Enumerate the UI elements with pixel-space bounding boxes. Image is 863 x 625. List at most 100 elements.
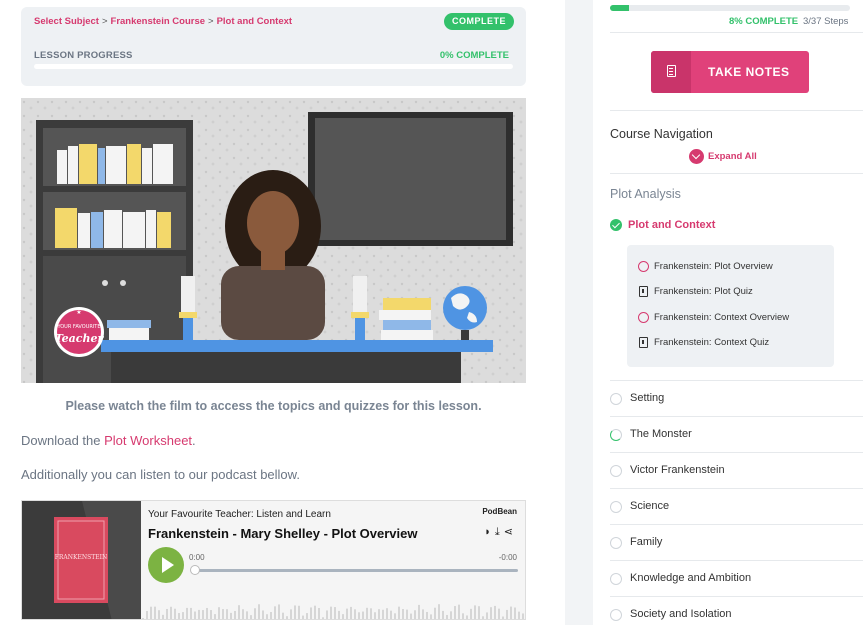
breadcrumb-separator: >: [208, 16, 214, 27]
lesson-science[interactable]: Science: [610, 488, 863, 524]
course-progress-percent: 8% COMPLETE: [729, 16, 799, 27]
rss-icon[interactable]: ◗: [484, 526, 495, 538]
quiz-context[interactable]: Frankenstein: Context Quiz: [638, 337, 769, 348]
waveform-bar: [182, 612, 184, 619]
lesson-label: Victor Frankenstein: [630, 464, 725, 476]
lesson-family[interactable]: Family: [610, 524, 863, 560]
topic-label: Frankenstein: Plot Overview: [654, 261, 773, 273]
waveform-bar: [238, 605, 240, 619]
waveform-bar: [294, 605, 296, 619]
waveform-bar: [142, 618, 144, 619]
breadcrumb-select-subject[interactable]: Select Subject: [34, 16, 99, 27]
waveform-bar: [226, 609, 228, 619]
lesson-victor-frankenstein[interactable]: Victor Frankenstein: [610, 452, 863, 488]
waveform-bar: [374, 612, 376, 619]
badge-line1: YOUR FAVOURITE: [56, 324, 100, 330]
status-ring-icon: [610, 609, 622, 621]
plot-worksheet-link[interactable]: Plot Worksheet: [104, 433, 192, 448]
waveform-bar: [434, 607, 436, 619]
topic-label: Frankenstein: Plot Quiz: [654, 286, 753, 298]
scrub-bar[interactable]: [190, 565, 518, 575]
waveform-bar: [314, 605, 316, 619]
lesson-progress-bar: [34, 64, 513, 69]
course-navigation-title: Course Navigation: [610, 127, 713, 141]
waveform-bar: [394, 613, 396, 619]
quiz-icon: [639, 286, 648, 297]
waveform-bar: [262, 610, 264, 619]
share-icon[interactable]: ⋖: [504, 526, 517, 538]
waveform-bar: [218, 607, 220, 619]
course-progress-fill: [610, 5, 630, 11]
breadcrumb-plot-and-context[interactable]: Plot and Context: [217, 16, 292, 27]
waveform-bar: [338, 610, 340, 619]
active-lesson-plot-and-context[interactable]: Plot and Context: [610, 219, 715, 232]
waveform-bar: [354, 609, 356, 619]
waveform-bar: [158, 610, 160, 619]
waveform-bar: [366, 607, 368, 619]
waveform-bar: [206, 607, 208, 619]
player-actions: ◗⤓⋖: [484, 525, 517, 539]
play-button[interactable]: [148, 547, 184, 583]
waveform-bar: [350, 606, 352, 619]
waveform-bar: [318, 608, 320, 619]
status-ring-icon: [610, 501, 622, 513]
waveform-bar: [506, 609, 508, 619]
lesson-progress-percent: 0% COMPLETE: [439, 50, 509, 61]
topic-list: Frankenstein: Plot Overview Frankenstein…: [627, 245, 834, 367]
download-icon[interactable]: ⤓: [495, 526, 504, 538]
podcast-show-name: Your Favourite Teacher: Listen and Learn: [148, 509, 331, 520]
podcast-cover: FRANKENSTEIN: [22, 501, 141, 619]
status-ring-icon: [610, 465, 622, 477]
waveform-bar: [250, 615, 252, 619]
lesson-video[interactable]: ★ YOUR FAVOURITE Teacher: [21, 98, 526, 383]
chevron-down-icon: [689, 149, 704, 164]
shelf-books-middle: [55, 208, 171, 248]
waveform-bar: [494, 605, 496, 619]
cover-title: FRANKENSTEIN: [55, 554, 108, 561]
waveform-bar: [234, 610, 236, 619]
waveform-bar: [302, 615, 304, 619]
quiz-plot[interactable]: Frankenstein: Plot Quiz: [638, 286, 753, 297]
lesson-society-and-isolation[interactable]: Society and Isolation: [610, 596, 863, 625]
waveform-bar: [362, 611, 364, 619]
expand-all-button[interactable]: Expand All: [689, 149, 757, 164]
waveform-bar: [402, 609, 404, 619]
notes-icon: [651, 51, 691, 93]
podcast-episode-title: Frankenstein - Mary Shelley - Plot Overv…: [148, 526, 418, 541]
course-progress-bar: [610, 5, 850, 11]
topic-context-overview[interactable]: Frankenstein: Context Overview: [638, 312, 789, 323]
waveform-bar: [458, 604, 460, 619]
video-thumbnail: ★ YOUR FAVOURITE Teacher: [21, 98, 526, 383]
waveform-bar: [266, 614, 268, 619]
shelf-books-top: [57, 144, 173, 184]
waveform-bar: [474, 605, 476, 619]
topic-plot-overview[interactable]: Frankenstein: Plot Overview: [638, 261, 773, 272]
waveform-bar: [174, 608, 176, 619]
divider: [610, 110, 863, 111]
download-suffix: .: [192, 433, 196, 448]
waveform-bar: [290, 609, 292, 619]
lesson-knowledge-and-ambition[interactable]: Knowledge and Ambition: [610, 560, 863, 596]
waveform-bar: [178, 613, 180, 619]
waveform-bar: [162, 614, 164, 619]
circle-icon: [638, 312, 649, 323]
take-notes-button[interactable]: TAKE NOTES: [651, 51, 809, 93]
breadcrumb-frankenstein-course[interactable]: Frankenstein Course: [111, 16, 206, 27]
lesson-the-monster[interactable]: The Monster: [610, 416, 863, 452]
waveform-bar: [466, 615, 468, 619]
waveform-bar: [514, 607, 516, 619]
topic-label: Frankenstein: Context Quiz: [654, 337, 770, 349]
lesson-progress-card: Select Subject > Frankenstein Course > Plot …: [21, 7, 526, 86]
waveform-bar: [298, 605, 300, 619]
waveform-bar: [282, 612, 284, 619]
waveform-bar: [502, 616, 504, 619]
waveform-bar: [150, 606, 152, 619]
lesson-status-badge: COMPLETE: [444, 13, 514, 30]
divider: [610, 32, 863, 33]
scrub-handle[interactable]: [190, 565, 200, 575]
status-ring-icon: [610, 537, 622, 549]
waveform-bar: [358, 612, 360, 619]
lesson-setting[interactable]: Setting: [610, 380, 863, 416]
expand-all-label: Expand All: [708, 151, 757, 163]
waveform-bar: [222, 609, 224, 619]
